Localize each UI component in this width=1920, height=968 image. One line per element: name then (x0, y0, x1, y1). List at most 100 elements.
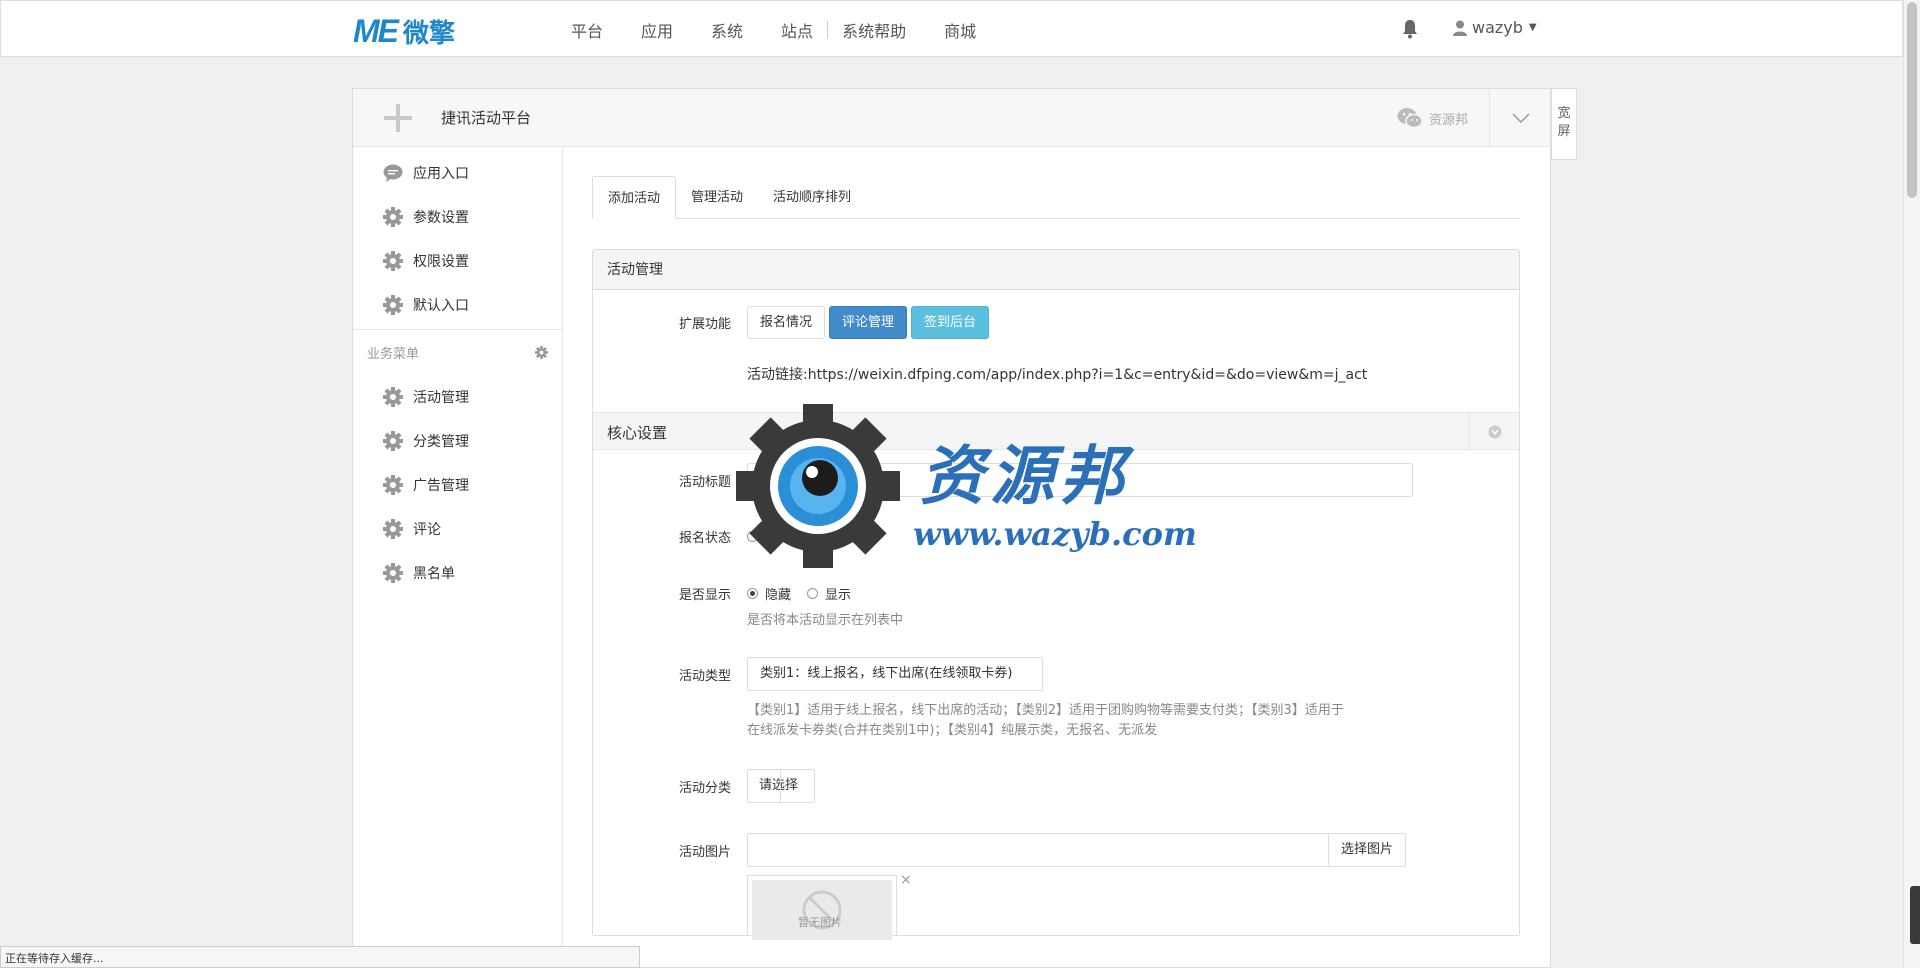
show-help-text: 是否将本活动显示在列表中 (747, 613, 904, 628)
category-select-value: 请选择 (759, 778, 799, 793)
sidebar-item-params[interactable]: 参数设置 (353, 195, 562, 239)
scrollbar-thumb[interactable] (1907, 2, 1917, 198)
sidebar-item-label: 广告管理 (413, 478, 469, 494)
tab-bar: 添加活动 管理活动 活动顺序排列 (592, 176, 1520, 219)
nav-store[interactable]: 商城 (944, 18, 976, 42)
vertical-scrollbar[interactable] (1903, 0, 1920, 968)
radio-label: 显示 (825, 588, 852, 603)
category-select[interactable]: 请选择 (747, 769, 815, 803)
sidebar-item-label: 应用入口 (413, 166, 469, 182)
sidebar-item-blacklist[interactable]: 黑名单 (353, 551, 562, 595)
sidebar-item-ad-manage[interactable]: 广告管理 (353, 463, 562, 507)
sidebar-item-activity-manage[interactable]: 活动管理 (353, 375, 562, 419)
chat-bubble-icon (383, 164, 403, 182)
radio-visible[interactable]: 显示 (807, 584, 851, 603)
ext-label: 扩展功能 (678, 317, 731, 332)
ext-row: 扩展功能 报名情况 评论管理 签到后台 (593, 306, 1519, 339)
gear-icon (383, 387, 403, 407)
nav-divider (827, 20, 829, 39)
gear-icon (383, 251, 403, 271)
select-image-button[interactable]: 选择图片 (1328, 833, 1407, 867)
bell-icon[interactable] (1401, 19, 1419, 39)
type-help-line-1: 【类别1】适用于线上报名，线下出席的活动；【类别2】适用于团购购物等需要支付类；… (747, 703, 1344, 718)
top-navbar: ME 微擎 平台 应用 系统 站点 系统帮助 商城 wazyb ▼ (0, 0, 1903, 57)
gear-icon (383, 563, 403, 583)
section-collapse-toggle[interactable] (1469, 413, 1519, 451)
watermark: 资源邦 www.wazyb.com (735, 403, 1197, 568)
activity-type-select[interactable]: 类别1：线上报名，线下出席(在线领取卡券) (747, 657, 1043, 691)
user-menu[interactable]: wazyb ▼ (1453, 18, 1537, 37)
username: wazyb (1472, 18, 1523, 37)
activity-link: 活动链接:https://weixin.dfping.com/app/index… (747, 367, 1368, 383)
watermark-gear-icon (736, 404, 900, 568)
sidebar-item-label: 活动管理 (413, 390, 469, 406)
wechat-account-name: 资源邦 (1429, 112, 1469, 128)
sidebar-section-business: 业务菜单 (353, 329, 562, 375)
signup-status-label: 报名状态 (678, 531, 731, 546)
tab-manage-activity[interactable]: 管理活动 (676, 176, 758, 219)
app-title: 捷讯活动平台 (441, 109, 532, 127)
gear-icon[interactable] (535, 346, 548, 359)
no-image-text: 暂无图片 (798, 916, 842, 929)
link-row: 活动链接:https://weixin.dfping.com/app/index… (593, 364, 1519, 384)
comment-manage-button[interactable]: 评论管理 (829, 306, 908, 339)
nav-site[interactable]: 站点 (781, 18, 813, 42)
checkin-backend-button[interactable]: 签到后台 (911, 306, 990, 339)
sidebar-item-label: 权限设置 (413, 254, 469, 270)
gear-icon (383, 207, 403, 227)
chevron-down-icon: ▼ (1528, 22, 1537, 33)
sidebar-item-label: 默认入口 (413, 298, 469, 314)
tab-add-activity[interactable]: 添加活动 (592, 176, 677, 219)
side-widget[interactable] (1910, 886, 1920, 944)
gear-icon (383, 519, 403, 539)
sidebar-item-permissions[interactable]: 权限设置 (353, 239, 562, 283)
image-row: 活动图片 选择图片 (593, 833, 1519, 867)
nav-system[interactable]: 系统 (711, 18, 743, 42)
radio-hidden[interactable]: 隐藏 (747, 584, 791, 603)
image-preview: 暂无图片 × (747, 872, 912, 940)
widescreen-toggle[interactable]: 宽屏 (1551, 88, 1577, 160)
image-label: 活动图片 (678, 844, 731, 860)
wechat-account[interactable]: 资源邦 (1397, 107, 1468, 129)
main-nav: 平台 应用 系统 站点 系统帮助 商城 (571, 1, 1014, 58)
activity-form-card: 活动管理 扩展功能 报名情况 评论管理 签到后台 活动链接:https://we… (592, 249, 1520, 940)
chevron-down-circle-icon (1488, 425, 1501, 439)
signup-status-button[interactable]: 报名情况 (747, 306, 826, 339)
app-plus-icon (384, 104, 412, 132)
show-label: 是否显示 (678, 588, 731, 603)
radio-label: 隐藏 (765, 588, 792, 603)
category-label: 活动分类 (678, 780, 731, 796)
tab-activity-order[interactable]: 活动顺序排列 (758, 176, 866, 219)
watermark-text: 资源邦 (920, 439, 1130, 514)
sidebar-section-label: 业务菜单 (367, 347, 420, 362)
logo-text: 微擎 (403, 19, 456, 49)
logo-mark: ME (353, 13, 399, 49)
type-help-line-2: 在线派发卡券类(合并在类别1中)；【类别4】纯展示类，无报名、无派发 (747, 723, 1158, 738)
nav-platform[interactable]: 平台 (571, 18, 603, 42)
logo[interactable]: ME 微擎 (353, 13, 455, 50)
sidebar: 应用入口 参数设置 权限设置 默认入口 业务菜单 活动管理 分类管理 广告管理 (353, 147, 563, 967)
sidebar-item-category-manage[interactable]: 分类管理 (353, 419, 562, 463)
sidebar-item-label: 黑名单 (413, 566, 455, 582)
panel-header: 捷讯活动平台 资源邦 (353, 89, 1550, 147)
sidebar-item-label: 参数设置 (413, 210, 469, 226)
card-title: 活动管理 (593, 250, 1519, 290)
collapse-toggle[interactable] (1489, 89, 1551, 147)
image-path-input[interactable] (747, 833, 1329, 867)
watermark-url: www.wazyb.com (913, 515, 1197, 553)
gear-icon (383, 295, 403, 315)
sidebar-item-default-entry[interactable]: 默认入口 (353, 283, 562, 327)
gear-icon (383, 431, 403, 451)
sidebar-item-comments[interactable]: 评论 (353, 507, 562, 551)
widescreen-label: 宽屏 (1557, 106, 1571, 139)
type-row: 活动类型 类别1：线上报名，线下出席(在线领取卡券) (593, 657, 1519, 691)
title-label: 活动标题 (678, 474, 731, 490)
sidebar-item-app-entry[interactable]: 应用入口 (353, 151, 562, 195)
core-settings-title: 核心设置 (607, 424, 668, 442)
nav-help[interactable]: 系统帮助 (842, 18, 906, 42)
chevron-down-icon (1511, 113, 1530, 123)
radio-button (747, 588, 758, 599)
image-remove-icon[interactable]: × (900, 872, 912, 888)
nav-apps[interactable]: 应用 (641, 18, 673, 42)
type-label: 活动类型 (678, 668, 731, 684)
